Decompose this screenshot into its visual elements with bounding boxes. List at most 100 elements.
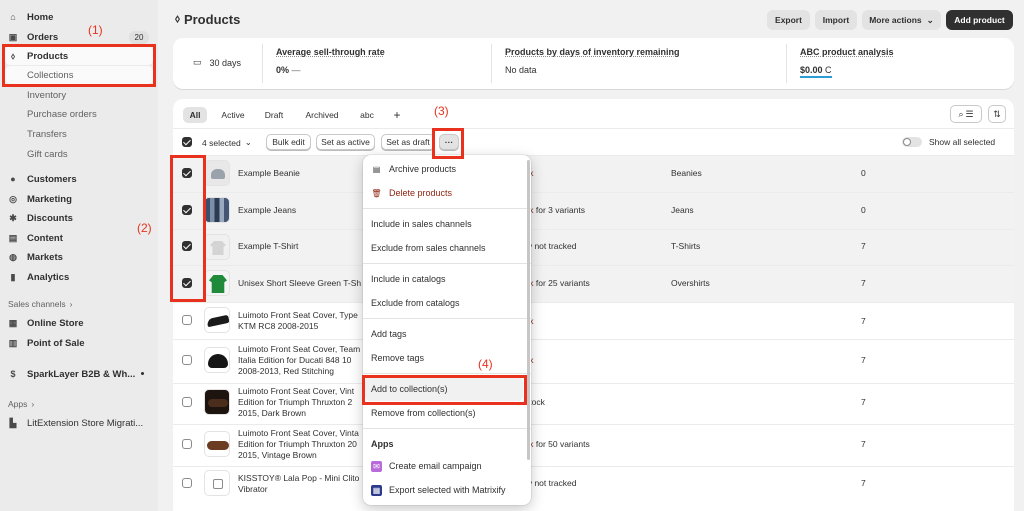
set-active-button[interactable]: Set as active: [316, 134, 375, 150]
product-name[interactable]: Luimoto Front Seat Cover, Team Italia Ed…: [238, 344, 366, 377]
set-draft-button[interactable]: Set as draft: [381, 134, 435, 150]
sidebar-item-gift-cards[interactable]: Gift cards: [27, 145, 68, 163]
product-thumbnail: [204, 431, 230, 457]
row-checkbox[interactable]: [182, 478, 192, 488]
product-thumbnail: [204, 234, 230, 260]
chevron-down-icon: ⌄: [926, 14, 934, 25]
apps-heading[interactable]: Apps ›: [8, 395, 34, 413]
sidebar-item-transfers[interactable]: Transfers: [27, 125, 67, 143]
stock-status: ck for 50 variants: [525, 439, 590, 449]
delete-products-item[interactable]: 🗑 Delete products: [371, 186, 452, 200]
archive-icon: ▤: [372, 164, 381, 174]
add-tags-item[interactable]: Add tags: [371, 327, 407, 341]
sidebar-item-content[interactable]: ▤ Content: [8, 229, 63, 247]
product-count: 7: [861, 439, 866, 449]
days-inventory-label[interactable]: Products by days of inventory remaining: [505, 47, 680, 57]
annotation-box-4: [362, 375, 527, 405]
product-type: Beanies: [671, 168, 702, 178]
include-catalogs-item[interactable]: Include in catalogs: [371, 272, 446, 286]
tab-draft[interactable]: Draft: [258, 107, 290, 123]
stock-status: ry not tracked: [525, 478, 577, 488]
product-name[interactable]: Luimoto Front Seat Cover, Vint Edition f…: [238, 386, 366, 419]
sidebar-item-point-of-sale[interactable]: ▥ Point of Sale: [8, 334, 85, 352]
sell-through-value: 0% —: [276, 65, 301, 75]
product-count: 7: [861, 397, 866, 407]
apps-section-heading: Apps: [371, 439, 394, 449]
sidebar-item-inventory[interactable]: Inventory: [27, 86, 66, 104]
show-all-selected-label: Show all selected: [929, 137, 996, 147]
annotation-box-1: [2, 44, 156, 87]
sidebar-item-analytics[interactable]: ▮ Analytics: [8, 268, 70, 286]
sell-through-label[interactable]: Average sell-through rate: [276, 47, 385, 57]
content-icon: ▤: [8, 232, 18, 243]
sidebar-item-markets[interactable]: ◍ Markets: [8, 248, 63, 266]
abc-analysis-label[interactable]: ABC product analysis: [800, 47, 894, 57]
sidebar-item-customers[interactable]: ● Customers: [8, 170, 76, 188]
tab-all[interactable]: All: [183, 107, 207, 123]
annotation-label-2: (2): [137, 221, 152, 235]
tab-abc[interactable]: abc: [352, 107, 382, 123]
product-name[interactable]: Example Beanie: [238, 168, 366, 179]
archive-products-item[interactable]: ▤ Archive products: [371, 162, 456, 176]
product-thumbnail: [204, 470, 230, 496]
menu-divider: [363, 318, 531, 319]
add-view-button[interactable]: +: [387, 107, 407, 123]
create-email-campaign-item[interactable]: ✉ Create email campaign: [371, 459, 482, 473]
image-placeholder-icon: [213, 479, 223, 489]
remove-tags-item[interactable]: Remove tags: [371, 351, 424, 365]
chevron-right-icon: ›: [69, 299, 73, 309]
product-name[interactable]: Luimoto Front Seat Cover, Vinta Edition …: [238, 428, 366, 461]
sidebar-item-online-store[interactable]: ▦ Online Store: [8, 314, 84, 332]
sidebar-item-litextension[interactable]: ▙ LitExtension Store Migrati...: [8, 414, 144, 432]
product-name[interactable]: Luimoto Front Seat Cover, Type KTM RC8 2…: [238, 310, 366, 332]
product-count: 0: [861, 168, 866, 178]
stock-status: ry not tracked: [525, 241, 577, 251]
product-name[interactable]: Unisex Short Sleeve Green T-Sh: [238, 278, 366, 289]
menu-scrollbar[interactable]: [527, 160, 530, 460]
sidebar-item-home[interactable]: ⌂ Home: [8, 8, 53, 26]
product-name[interactable]: Example T-Shirt: [238, 241, 366, 252]
sparklayer-icon: $: [10, 369, 16, 379]
tab-archived[interactable]: Archived: [298, 107, 346, 123]
product-count: 7: [861, 355, 866, 365]
toggle-knob: [903, 138, 911, 146]
include-sales-channels-item[interactable]: Include in sales channels: [371, 217, 472, 231]
show-all-selected-toggle[interactable]: [902, 137, 922, 147]
tab-active[interactable]: Active: [214, 107, 252, 123]
product-thumbnail: [204, 160, 230, 186]
add-product-button[interactable]: Add product: [946, 10, 1013, 30]
product-name[interactable]: KISSTOY® Lala Pop - Mini Clito Vibrator: [238, 473, 366, 495]
search-filter-button[interactable]: ⌕ ☰: [950, 105, 982, 123]
bulk-edit-button[interactable]: Bulk edit: [266, 134, 311, 150]
select-all-checkbox[interactable]: [182, 137, 192, 147]
divider: [262, 44, 263, 83]
product-count: 7: [861, 316, 866, 326]
sales-channels-heading[interactable]: Sales channels ›: [8, 295, 73, 313]
product-thumbnail: [204, 270, 230, 296]
product-count: 7: [861, 278, 866, 288]
row-checkbox[interactable]: [182, 397, 192, 407]
chevron-right-icon: ›: [31, 399, 35, 409]
row-checkbox[interactable]: [182, 315, 192, 325]
store-icon: ▦: [8, 317, 18, 328]
export-matrixify-item[interactable]: ▦ Export selected with Matrixify: [371, 483, 506, 497]
sidebar-item-sparklayer[interactable]: $ SparkLayer B2B & Wh...: [8, 365, 135, 383]
period-selector[interactable]: ▭ 30 days: [193, 57, 241, 68]
sidebar-item-purchase-orders[interactable]: Purchase orders: [27, 105, 97, 123]
remove-from-collection-item[interactable]: Remove from collection(s): [371, 406, 476, 420]
product-type: Jeans: [671, 205, 694, 215]
export-button[interactable]: Export: [767, 10, 810, 30]
sidebar-item-discounts[interactable]: ✱ Discounts: [8, 209, 73, 227]
row-checkbox[interactable]: [182, 439, 192, 449]
exclude-sales-channels-item[interactable]: Exclude from sales channels: [371, 241, 486, 255]
product-name[interactable]: Example Jeans: [238, 205, 366, 216]
selected-count[interactable]: 4 selected ⌄: [202, 137, 252, 148]
sort-button[interactable]: ⇅: [988, 105, 1006, 123]
pos-icon: ▥: [8, 337, 18, 348]
menu-divider: [363, 208, 531, 209]
row-checkbox[interactable]: [182, 355, 192, 365]
import-button[interactable]: Import: [815, 10, 857, 30]
more-actions-button[interactable]: More actions ⌄: [862, 10, 941, 30]
sidebar-item-marketing[interactable]: ◎ Marketing: [8, 190, 72, 208]
exclude-catalogs-item[interactable]: Exclude from catalogs: [371, 296, 460, 310]
